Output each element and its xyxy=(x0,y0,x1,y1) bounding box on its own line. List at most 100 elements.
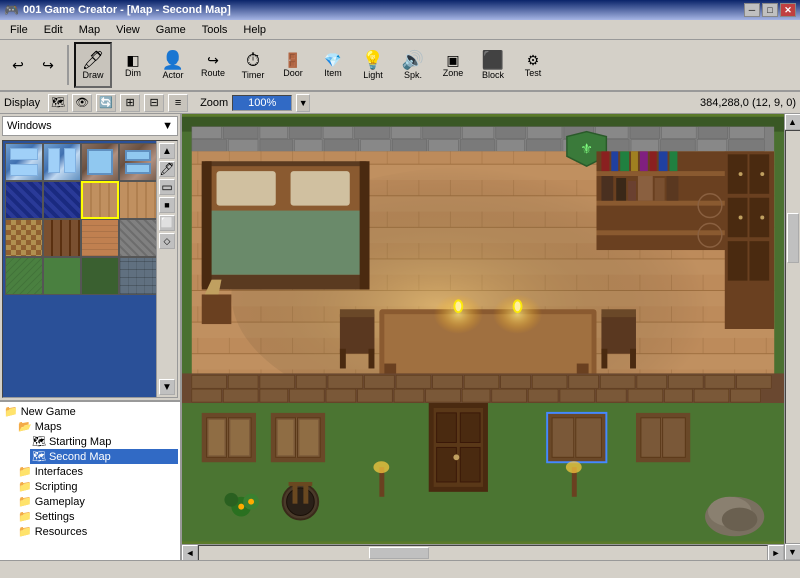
draw-tool-button[interactable]: 🖊 Draw xyxy=(74,42,112,88)
tile-cell[interactable] xyxy=(81,143,119,181)
menubar: FileEditMapViewGameToolsHelp xyxy=(0,20,800,40)
tree-item-settings[interactable]: 📁Settings xyxy=(16,509,178,524)
tile-cell[interactable] xyxy=(43,143,81,181)
light-tool-button[interactable]: 💡 Light xyxy=(354,42,392,88)
tree-item-scripting[interactable]: 📁Scripting xyxy=(16,479,178,494)
tile-cell[interactable] xyxy=(119,257,157,295)
timer-tool-button[interactable]: ⏱ Timer xyxy=(234,42,272,88)
svg-text:⚜: ⚜ xyxy=(580,140,592,156)
display-layer-button[interactable]: ⊞ xyxy=(120,94,140,112)
tile-set-dropdown[interactable]: Windows ▼ xyxy=(2,116,178,136)
tile-cell[interactable] xyxy=(81,219,119,257)
block-icon: ⬛ xyxy=(482,51,504,69)
tile-cell[interactable] xyxy=(43,181,81,219)
tree-item-starting-map[interactable]: 🗺Starting Map xyxy=(30,434,178,449)
tree-label-interfaces: Interfaces xyxy=(35,466,83,478)
vscroll-thumb[interactable] xyxy=(787,213,799,263)
hscroll-right-button[interactable]: ► xyxy=(768,545,784,561)
tile-cell[interactable] xyxy=(43,257,81,295)
hscroll-track[interactable] xyxy=(198,545,768,561)
menu-item-file[interactable]: File xyxy=(2,22,36,38)
draw-label: Draw xyxy=(82,70,103,80)
tile-cell[interactable] xyxy=(5,219,43,257)
item-tool-button[interactable]: 💎 Item xyxy=(314,42,352,88)
fill-tool-button[interactable]: ■ xyxy=(159,197,175,213)
display-extra-button[interactable]: ≡ xyxy=(168,94,188,112)
menu-item-view[interactable]: View xyxy=(108,22,148,38)
coordinate-display: 384,288,0 (12, 9, 0) xyxy=(700,97,796,109)
menu-item-map[interactable]: Map xyxy=(71,22,108,38)
tile-cell-selected[interactable] xyxy=(81,181,119,219)
tree-label-resources: Resources xyxy=(35,526,88,538)
tree-icon-settings: 📁 xyxy=(18,510,32,523)
spk-tool-button[interactable]: 🔊 Spk. xyxy=(394,42,432,88)
window-title: 001 Game Creator - [Map - Second Map] xyxy=(23,4,231,16)
zone-tool-button[interactable]: ▣ Zone xyxy=(434,42,472,88)
maximize-button[interactable]: □ xyxy=(762,3,778,17)
route-tool-button[interactable]: ↪ Route xyxy=(194,42,232,88)
eraser-tool-button[interactable]: ⬜ xyxy=(159,215,175,231)
vertical-scrollbar: ▲ ▼ xyxy=(784,114,800,560)
tile-cell[interactable] xyxy=(119,181,157,219)
tile-cell[interactable] xyxy=(119,219,157,257)
tile-cell[interactable] xyxy=(119,143,157,181)
tree-item-interfaces[interactable]: 📁Interfaces xyxy=(16,464,178,479)
vscroll-up-button[interactable]: ▲ xyxy=(785,114,800,130)
tree-item-resources[interactable]: 📁Resources xyxy=(16,524,178,539)
tree-icon-resources: 📁 xyxy=(18,525,32,538)
zone-icon: ▣ xyxy=(446,53,459,67)
door-icon: 🚪 xyxy=(284,53,301,67)
tile-cell[interactable] xyxy=(43,219,81,257)
tile-cell[interactable] xyxy=(5,257,43,295)
select-tool-button[interactable]: ▭ xyxy=(159,179,175,195)
display-grid-button[interactable]: ⊟ xyxy=(144,94,164,112)
tree-label-settings: Settings xyxy=(35,511,75,523)
display-map-button[interactable]: 🗺 xyxy=(48,94,68,112)
stamp-tool-button[interactable]: ◇ xyxy=(159,233,175,249)
vscroll-track[interactable] xyxy=(785,130,800,544)
menu-item-edit[interactable]: Edit xyxy=(36,22,71,38)
tree-item-gameplay[interactable]: 📁Gameplay xyxy=(16,494,178,509)
test-tool-button[interactable]: ⚙ Test xyxy=(514,42,552,88)
dim-tool-button[interactable]: ◧ Dim xyxy=(114,42,152,88)
tile-canvas[interactable]: ▲ 🖊 ▭ ■ ⬜ ◇ ▼ xyxy=(2,140,178,398)
display-eye-button[interactable]: 👁 xyxy=(72,94,92,112)
dim-icon: ◧ xyxy=(126,53,139,67)
redo-button[interactable]: ↪ xyxy=(34,51,62,79)
block-tool-button[interactable]: ⬛ Block xyxy=(474,42,512,88)
menu-item-tools[interactable]: Tools xyxy=(194,22,236,38)
tile-cell[interactable] xyxy=(81,257,119,295)
undo-button[interactable]: ↩ xyxy=(4,51,32,79)
hscroll-thumb[interactable] xyxy=(369,547,429,559)
paint-tool-button[interactable]: 🖊 xyxy=(159,161,175,177)
map-canvas[interactable]: ⚜ xyxy=(182,114,784,544)
toolbar-separator-1 xyxy=(67,45,69,85)
tree-item-new-game[interactable]: 📁New Game xyxy=(2,404,178,419)
test-icon: ⚙ xyxy=(527,53,540,67)
titlebar-left: 🎮 001 Game Creator - [Map - Second Map] xyxy=(4,3,231,17)
zoom-input[interactable] xyxy=(232,95,292,111)
minimize-button[interactable]: ─ xyxy=(744,3,760,17)
door-tool-button[interactable]: 🚪 Door xyxy=(274,42,312,88)
menu-item-help[interactable]: Help xyxy=(235,22,274,38)
tile-cell[interactable] xyxy=(5,143,43,181)
vscroll-down-button[interactable]: ▼ xyxy=(785,544,800,560)
tile-cell[interactable] xyxy=(5,181,43,219)
route-label: Route xyxy=(201,68,225,78)
hscroll-left-button[interactable]: ◄ xyxy=(182,545,198,561)
close-button[interactable]: ✕ xyxy=(780,3,796,17)
item-label: Item xyxy=(324,68,342,78)
timer-icon: ⏱ xyxy=(246,51,260,69)
actor-tool-button[interactable]: 👤 Actor xyxy=(154,42,192,88)
tile-scroll-up-button[interactable]: ▲ xyxy=(159,143,175,159)
dropdown-arrow-icon: ▼ xyxy=(162,120,173,132)
map-canvas-area[interactable]: ⚜ xyxy=(182,114,784,560)
display-refresh-button[interactable]: 🔄 xyxy=(96,94,116,112)
tile-scroll-down-button[interactable]: ▼ xyxy=(159,379,175,395)
tree-item-second-map[interactable]: 🗺Second Map xyxy=(30,449,178,464)
tree-icon-starting-map: 🗺 xyxy=(32,435,46,448)
draw-icon: 🖊 xyxy=(82,51,105,69)
menu-item-game[interactable]: Game xyxy=(148,22,194,38)
zoom-dropdown-arrow[interactable]: ▼ xyxy=(296,94,310,112)
tree-item-maps[interactable]: 📂Maps xyxy=(16,419,178,434)
